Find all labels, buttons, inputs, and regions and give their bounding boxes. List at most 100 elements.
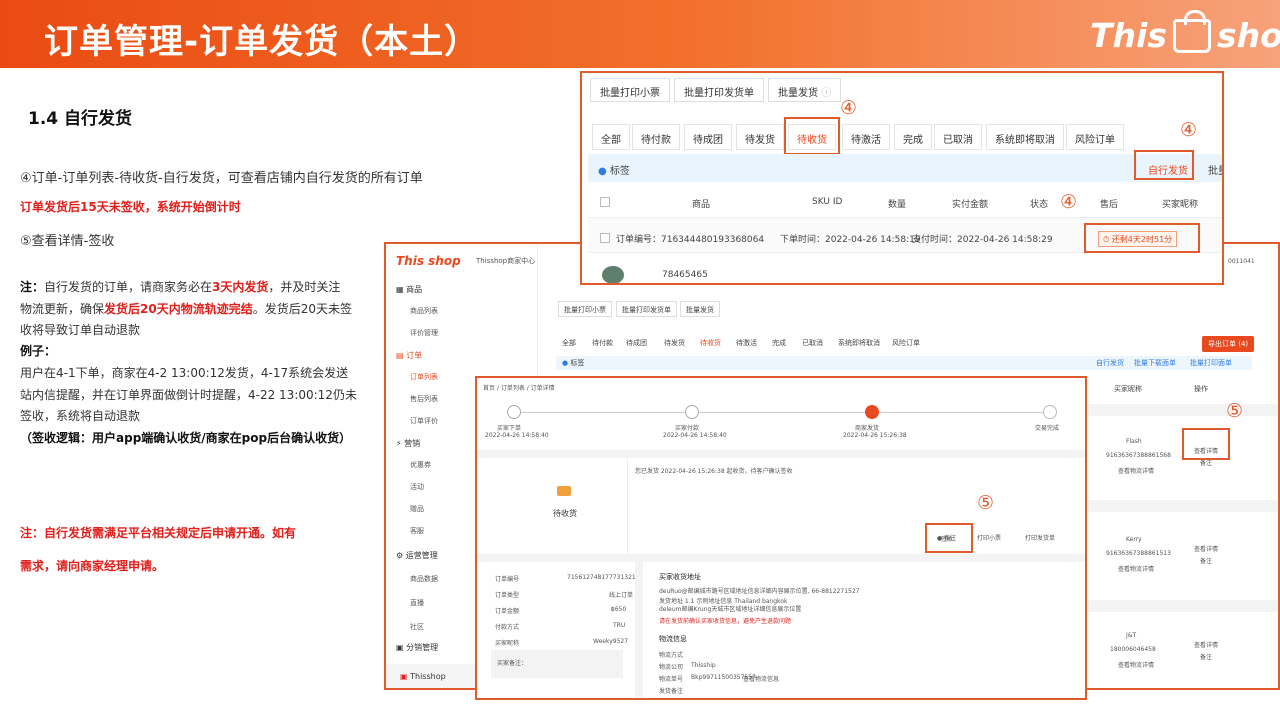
big-tab-auto-cancel[interactable]: 系统即将取消 [838, 338, 880, 348]
tab-pending-pay[interactable]: 待付款 [632, 124, 680, 150]
instruction-line-2: 订单发货后15天未签收，系统开始倒计时 [20, 200, 241, 214]
bag-icon [1172, 10, 1211, 53]
breadcrumb[interactable]: 首页 / 订单列表 / 订单详情 [483, 383, 555, 392]
print-ship-button[interactable]: 打印发货单 [1025, 533, 1055, 542]
sidebar-item-order-list[interactable]: 订单列表 [410, 372, 438, 382]
big-tab-cancelled[interactable]: 已取消 [802, 338, 823, 348]
big-batch-print-receipt-button[interactable]: 批量打印小票 [558, 301, 612, 317]
sidebar-item-activity[interactable]: 活动 [410, 482, 424, 492]
tab-risk[interactable]: 风险订单 [1066, 124, 1124, 150]
logistics-value: Thisship [691, 662, 716, 669]
sidebar-item-aftersale[interactable]: 售后列表 [410, 394, 438, 404]
warning-line-1: 注：自行发货需满足平台相关规定后申请开通。如有 [20, 526, 297, 540]
group-label: 运营管理 [405, 551, 438, 560]
big-tab-pending-receive[interactable]: 待收货 [700, 338, 721, 348]
big-print-waybill-link[interactable]: 批量打印面单 [1190, 358, 1232, 368]
big-tab-complete[interactable]: 完成 [772, 338, 786, 348]
address-title: 买家收货地址 [659, 573, 701, 581]
order-time: 下单时间：2022-04-26 14:58:19 [780, 235, 921, 245]
info-icon: ● [598, 166, 607, 177]
self-ship-link[interactable]: 自行发货 [1148, 162, 1188, 177]
step-4-label: 交易完成 [1035, 425, 1060, 432]
tab-complete[interactable]: 完成 [894, 124, 932, 150]
row-2-view-detail[interactable]: 查看详情 [1194, 544, 1218, 553]
row-1-id: 91636367388861568 [1106, 452, 1171, 459]
merchant-center-label: Thisshop商家中心 [476, 257, 536, 265]
sidebar-item-service[interactable]: 客服 [410, 526, 424, 536]
note-line-1: 注：自行发货的订单，请商家务必在3天内发货，并及时关注 [20, 278, 340, 295]
big-tab-pending-pay[interactable]: 待付款 [592, 338, 613, 348]
info-value: TRU [613, 622, 626, 629]
print-receipt-button[interactable]: 打印小票 [977, 533, 1001, 542]
group-label: 营销 [404, 439, 421, 448]
batch-print-receipt-button[interactable]: 批量打印小票 [590, 78, 670, 102]
row-sep [1088, 600, 1278, 612]
tab-pending-activate[interactable]: 待激活 [842, 124, 890, 150]
export-orders-button[interactable]: 导出订单 (4) [1202, 336, 1255, 352]
info-key: 订单类型 [495, 592, 520, 599]
sidebar-item-order-review[interactable]: 订单评价 [410, 416, 438, 426]
tab-cancelled[interactable]: 已取消 [934, 124, 982, 150]
big-label-text: ● 标签 [562, 358, 584, 368]
row-1-logistics-link[interactable]: 查看物流详情 [1118, 466, 1154, 475]
label-bar-text: ● 标签 [598, 162, 630, 177]
info-value: 线上订单 [609, 592, 634, 599]
sidebar-item-goods-list[interactable]: 商品列表 [410, 306, 438, 316]
big-self-ship-link[interactable]: 自行发货 [1096, 358, 1124, 368]
tab-auto-cancel[interactable]: 系统即将取消 [986, 124, 1064, 150]
col-status: 状态 [1030, 200, 1049, 210]
logistics-key: 发货备注 [659, 688, 684, 695]
col-buyer: 买家昵称 [1162, 200, 1199, 210]
big-tab-all[interactable]: 全部 [562, 338, 576, 348]
logo-left-text: This [1090, 16, 1167, 55]
row-2-remark[interactable]: 备注 [1200, 556, 1212, 565]
row-2-logistics-link[interactable]: 查看物流详情 [1118, 564, 1154, 573]
select-all-checkbox[interactable] [600, 197, 610, 207]
group-label: 分销管理 [406, 643, 439, 652]
sidebar-group-operations[interactable]: ⚙ 运营管理 [396, 550, 438, 561]
big-batch-print-ship-button[interactable]: 批量打印发货单 [616, 301, 677, 317]
example-line-1: 用户在4-1下单，商家在4-2 13:00:12发货，4-17系统会发送 [20, 366, 349, 380]
view-logistics-link[interactable]: 查看物流信息 [743, 674, 779, 683]
sidebar-group-marketing[interactable]: ⚡ 营销 [396, 438, 420, 449]
tab-pending-group[interactable]: 待成团 [684, 124, 732, 150]
pending-receipt-list-screenshot: 批量打印小票 批量打印发货单 批量发货 ⓘ ④ 全部 待付款 待成团 待发货 待… [580, 71, 1224, 285]
sidebar-item-gifts[interactable]: 赠品 [410, 504, 424, 514]
sign-button[interactable]: 签收 [941, 534, 953, 543]
sidebar-item-live[interactable]: 直播 [410, 598, 424, 608]
row-3-remark[interactable]: 备注 [1200, 652, 1212, 661]
big-tab-pending-ship[interactable]: 待发货 [664, 338, 685, 348]
row-3-view-detail[interactable]: 查看详情 [1194, 640, 1218, 649]
sidebar-group-orders[interactable]: ▤ 订单 [396, 350, 422, 361]
sidebar-group-goods[interactable]: ▦ 商品 [396, 284, 422, 295]
row-1-buyer: Flash [1126, 438, 1142, 445]
big-download-waybill-link[interactable]: 批量下载面单 [1134, 358, 1176, 368]
tab-all[interactable]: 全部 [592, 124, 630, 150]
col-sku: SKU ID [812, 197, 843, 207]
step-4-marker: ④ [840, 97, 858, 119]
order-checkbox[interactable] [600, 233, 610, 243]
batch-print-ship-button[interactable]: 批量打印发货单 [674, 78, 764, 102]
sidebar-item-community[interactable]: 社区 [410, 622, 424, 632]
sidebar-item-reviews[interactable]: 评价管理 [410, 328, 438, 338]
logistics-key: 物流公司 [659, 664, 684, 671]
logistics-key: 物流方式 [659, 652, 684, 659]
sidebar-item-goods-data[interactable]: 商品数据 [410, 574, 438, 584]
product-thumbnail[interactable] [602, 266, 624, 283]
step-3-current-icon [865, 405, 879, 419]
batch-link[interactable]: 批量 [1208, 162, 1222, 177]
batch-ship-button[interactable]: 批量发货 ⓘ [768, 78, 842, 102]
big-tab-risk[interactable]: 风险订单 [892, 338, 920, 348]
big-tab-pending-activate[interactable]: 待激活 [736, 338, 757, 348]
address-line-1: deuRuo@邮编城市路号区域地址信息详细内容展示位置, 66-88122715… [659, 588, 860, 595]
big-tab-pending-group[interactable]: 待成团 [626, 338, 647, 348]
col-paid: 实付金额 [952, 200, 989, 210]
sidebar-group-distribution[interactable]: ▣ 分销管理 [396, 642, 438, 653]
big-batch-ship-button[interactable]: 批量发货 [680, 301, 720, 317]
row-3-logistics-link[interactable]: 查看物流详情 [1118, 660, 1154, 669]
step-2-check-icon [685, 405, 699, 419]
info-value: 715612748177731321 [567, 574, 636, 581]
sidebar-item-coupons[interactable]: 优惠券 [410, 460, 431, 470]
step-4-pending-icon [1043, 405, 1057, 419]
tab-pending-ship[interactable]: 待发货 [736, 124, 784, 150]
